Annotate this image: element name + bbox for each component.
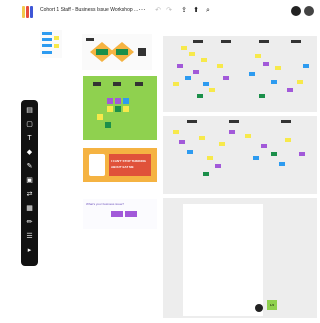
- pen-icon[interactable]: ✎: [25, 162, 34, 171]
- sticky-notes-cluster: [173, 120, 305, 176]
- sticky-note[interactable]: [42, 38, 52, 41]
- brainstorm-frame[interactable]: What's your business issue?: [83, 199, 157, 229]
- board-canvas[interactable]: I CAN'T STOP THINKING ABOUT EAT ME What'…: [0, 24, 320, 318]
- sticky-note[interactable]: [115, 106, 121, 112]
- frame-icon[interactable]: ☰: [25, 232, 34, 241]
- zoom-badge[interactable]: 1/4: [267, 300, 277, 310]
- sticky-note[interactable]: [107, 106, 113, 112]
- diagram-frame[interactable]: [82, 34, 152, 70]
- top-bar: Cohort 1 Staff - Business Issue Workshop…: [0, 0, 320, 24]
- sticky-note[interactable]: [115, 98, 121, 104]
- sticky-note[interactable]: [107, 98, 113, 104]
- sticky-note[interactable]: [125, 211, 137, 217]
- label-chip: [135, 82, 143, 86]
- sticky-note[interactable]: [97, 114, 103, 120]
- sticky-note-icon[interactable]: ▢: [25, 120, 34, 129]
- sticky-notes-cluster: [173, 40, 309, 98]
- poster-heading: I CAN'T STOP THINKING: [111, 159, 146, 163]
- label-chip: [93, 82, 101, 86]
- share-icon[interactable]: ⇪: [180, 7, 188, 15]
- search-icon[interactable]: ⌕: [204, 7, 212, 15]
- more-horizontal-icon[interactable]: ⋯: [138, 7, 146, 15]
- avatar[interactable]: [304, 6, 314, 16]
- pencil-icon[interactable]: ✏: [25, 218, 34, 227]
- sticky-note[interactable]: [123, 98, 129, 104]
- sticky-note[interactable]: [123, 106, 129, 112]
- cursor-dot: [255, 304, 263, 312]
- white-panel: [183, 204, 263, 316]
- avatar[interactable]: [291, 6, 301, 16]
- intro-frame[interactable]: [40, 30, 62, 58]
- sticky-note[interactable]: [54, 36, 59, 40]
- photo: [89, 154, 105, 176]
- image-icon[interactable]: ▣: [25, 176, 34, 185]
- affinity-frame-middle[interactable]: [163, 116, 317, 194]
- sticky-note[interactable]: [42, 32, 52, 35]
- sticky-note[interactable]: [54, 44, 59, 48]
- text-icon[interactable]: T: [25, 134, 34, 143]
- sticky-note[interactable]: [42, 44, 52, 47]
- undo-icon[interactable]: ↶: [154, 7, 162, 15]
- left-toolbar: ▤ ▢ T ◆ ✎ ▣ ⇄ ▦ ✏ ☰ ▸: [21, 100, 38, 266]
- poster-subheading: ABOUT EAT ME: [111, 165, 134, 169]
- green-frame[interactable]: [83, 76, 157, 140]
- upload-icon[interactable]: ⬆: [192, 7, 200, 15]
- sticky-note[interactable]: [111, 211, 123, 217]
- shapes-icon[interactable]: ◆: [25, 148, 34, 157]
- brainstorm-title: What's your business issue?: [86, 202, 124, 206]
- redo-icon[interactable]: ↷: [165, 7, 173, 15]
- prioritization-frame[interactable]: 1/4: [163, 198, 317, 318]
- board-title[interactable]: Cohort 1 Staff - Business Issue Workshop…: [40, 7, 138, 13]
- poster-frame[interactable]: I CAN'T STOP THINKING ABOUT EAT ME: [83, 148, 157, 182]
- sticky-note[interactable]: [105, 122, 111, 128]
- more-icon[interactable]: ▸: [25, 246, 34, 255]
- label-chip: [113, 82, 121, 86]
- poster-panel: I CAN'T STOP THINKING ABOUT EAT ME: [109, 154, 151, 176]
- templates-icon[interactable]: ▤: [25, 106, 34, 115]
- diamond-diagram: [86, 38, 146, 62]
- connector-icon[interactable]: ⇄: [25, 190, 34, 199]
- affinity-frame-top[interactable]: [163, 36, 317, 112]
- table-icon[interactable]: ▦: [25, 204, 34, 213]
- app-logo[interactable]: [22, 6, 34, 18]
- sticky-note[interactable]: [42, 51, 52, 54]
